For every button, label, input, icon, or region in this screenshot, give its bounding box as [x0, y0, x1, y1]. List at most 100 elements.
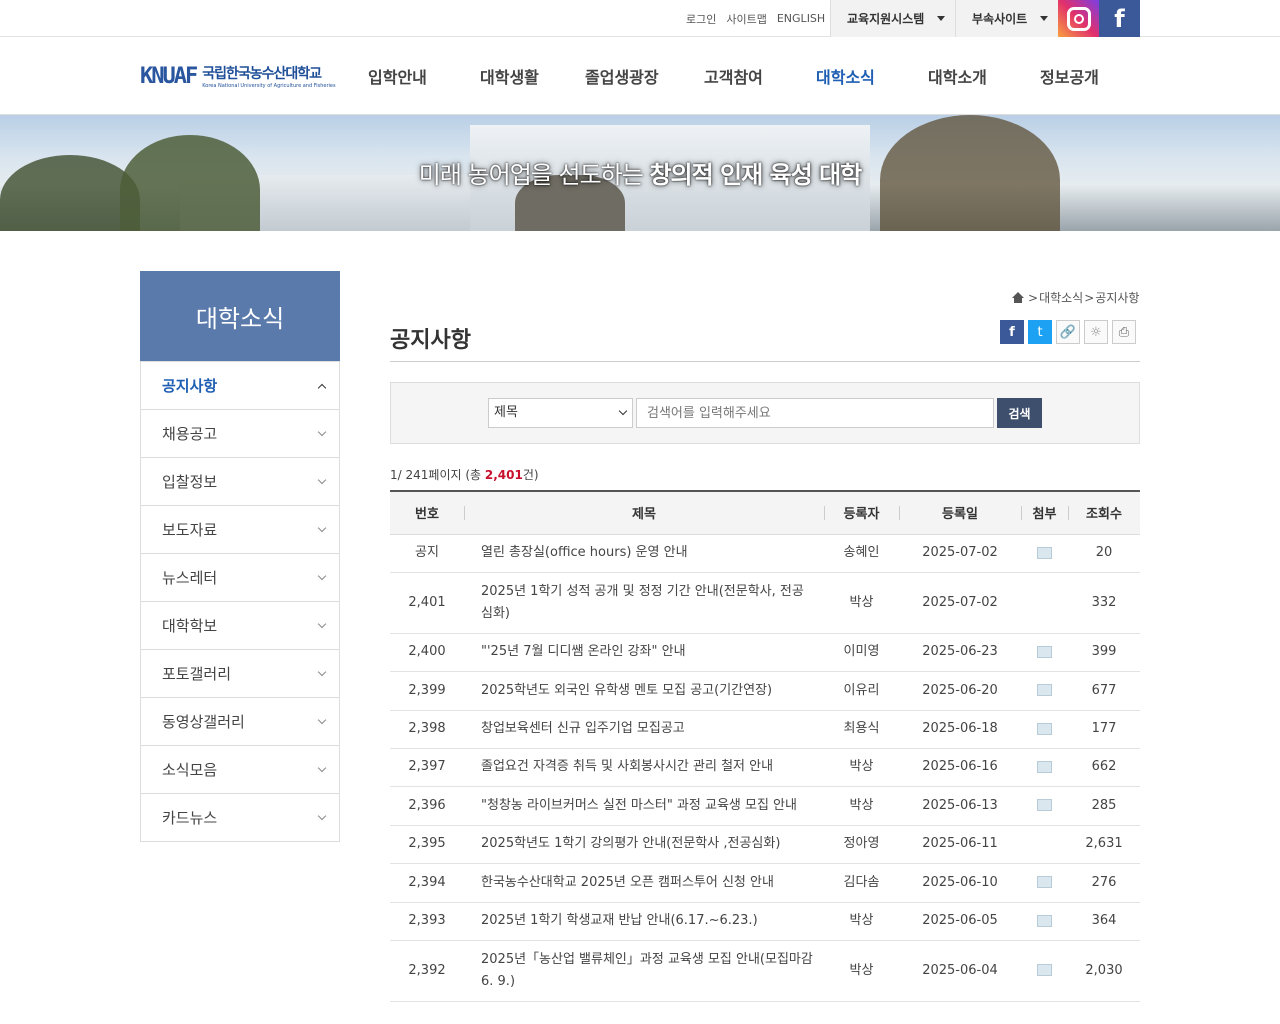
sidebar-item-notice[interactable]: 공지사항 — [141, 361, 339, 409]
row-attachment — [1021, 825, 1068, 864]
attachment-icon[interactable] — [1037, 722, 1052, 735]
nav-disclosure[interactable]: 정보공개 — [1040, 37, 1099, 115]
sitemap-link[interactable]: 사이트맵 — [726, 11, 766, 27]
sidebar-menu: 공지사항 채용공고 입찰정보 보도자료 뉴스레터 대학학보 포토갤러리 동영상갤… — [140, 361, 340, 842]
slogan-bold: 창의적 인재 육성 대학 — [649, 161, 862, 189]
affiliated-sites-dropdown[interactable]: 부속사이트 — [955, 0, 1058, 37]
nav-alumni[interactable]: 졸업생광장 — [585, 37, 659, 115]
copy-link-button[interactable]: 🔗 — [1056, 320, 1080, 344]
row-title-link[interactable]: 한국농수산대학교 2025년 오픈 캠퍼스투어 신청 안내 — [464, 863, 824, 903]
attachment-icon[interactable] — [1037, 546, 1052, 559]
nav-admission[interactable]: 입학안내 — [368, 37, 427, 115]
row-views: 662 — [1068, 748, 1140, 787]
row-views: 20 — [1068, 534, 1140, 573]
sidebar-item-newsletter[interactable]: 뉴스레터 — [141, 553, 339, 601]
row-number: 2,397 — [390, 748, 464, 787]
row-date: 2025-06-04 — [899, 940, 1021, 1002]
table-row[interactable]: 2,394 한국농수산대학교 2025년 오픈 캠퍼스투어 신청 안내 김다솜 202… — [390, 863, 1140, 903]
row-title-link[interactable]: 2025학년도 외국인 유학생 멘토 모집 공고(기간연장) — [464, 671, 824, 711]
nav-news[interactable]: 대학소식 — [816, 37, 875, 115]
sidebar-item-photo[interactable]: 포토갤러리 — [141, 649, 339, 697]
attachment-icon[interactable] — [1037, 684, 1052, 696]
row-date: 2025-06-10 — [899, 863, 1021, 903]
row-title-link[interactable]: 2025학년도 1학기 강의평가 안내(전문학사 ,전공심화) — [464, 825, 824, 864]
table-row[interactable]: 2,396 "청창농 라이브커머스 실전 마스터" 과정 교육생 모집 안내 박상 2… — [390, 786, 1140, 826]
row-views: 364 — [1068, 902, 1140, 941]
col-author: 등록자 — [824, 491, 899, 534]
row-attachment — [1021, 572, 1068, 634]
chevron-down-icon — [618, 406, 628, 416]
current-page: 1 — [390, 468, 398, 482]
home-icon[interactable] — [1012, 292, 1024, 303]
attachment-icon[interactable] — [1037, 645, 1052, 658]
university-logo[interactable]: KNUAF 국립한국농수산대학교 Korea National Universi… — [140, 63, 336, 90]
sidebar-item-recruit[interactable]: 채용공고 — [141, 409, 339, 457]
nav-about[interactable]: 대학소개 — [928, 37, 987, 115]
table-row[interactable]: 2,397 졸업요건 자격증 취득 및 사회봉사시간 관리 철저 안내 박상 2025… — [390, 748, 1140, 787]
nav-campus-life[interactable]: 대학생활 — [480, 37, 539, 115]
count-suffix: 건) — [522, 468, 539, 482]
attachment-icon[interactable] — [1037, 876, 1052, 888]
chevron-up-icon — [317, 383, 327, 393]
row-title-link[interactable]: 2025년 1학기 성적 공개 및 정정 기간 안내(전문학사, 전공심화) — [464, 572, 824, 634]
sidebar-item-label: 동영상갤러리 — [162, 713, 245, 731]
chevron-down-icon — [317, 571, 327, 581]
row-author: 박상 — [824, 748, 899, 787]
table-row[interactable]: 2,401 2025년 1학기 성적 공개 및 정정 기간 안내(전문학사, 전공… — [390, 572, 1140, 634]
breadcrumb-notice[interactable]: 공지사항 — [1095, 289, 1139, 306]
table-row[interactable]: 공지 열린 총장실(office hours) 운영 안내 송혜인 2025-07-0… — [390, 534, 1140, 573]
row-title-link[interactable]: 창업보육센터 신규 입주기업 모집공고 — [464, 710, 824, 749]
sidebar-item-news-collection[interactable]: 소식모음 — [141, 745, 339, 793]
table-row[interactable]: 2,395 2025학년도 1학기 강의평가 안내(전문학사 ,전공심화) 정아영 2… — [390, 825, 1140, 864]
row-attachment — [1021, 710, 1068, 749]
print-button[interactable]: ⎙ — [1112, 320, 1136, 344]
share-metaverse-button[interactable]: ☼ — [1084, 320, 1108, 344]
sidebar-item-label: 포토갤러리 — [162, 665, 232, 683]
row-attachment — [1021, 534, 1068, 573]
search-input[interactable] — [636, 398, 994, 428]
table-row[interactable]: 2,399 2025학년도 외국인 유학생 멘토 모집 공고(기간연장) 이유리 20… — [390, 671, 1140, 711]
col-date: 등록일 — [899, 491, 1021, 534]
row-title-link[interactable]: 2025년「농산업 밸류체인」과정 교육생 모집 안내(모집마감 6. 9.) — [464, 940, 824, 1002]
english-link[interactable]: ENGLISH — [777, 12, 825, 25]
row-date: 2025-07-02 — [899, 534, 1021, 573]
sidebar-item-video[interactable]: 동영상갤러리 — [141, 697, 339, 745]
row-views: 2,030 — [1068, 940, 1140, 1002]
breadcrumb-news[interactable]: 대학소식 — [1039, 289, 1083, 306]
login-link[interactable]: 로그인 — [686, 11, 716, 27]
table-row[interactable]: 2,393 2025년 1학기 학생교재 반납 안내(6.17.~6.23.) 박상… — [390, 902, 1140, 941]
attachment-icon[interactable] — [1037, 914, 1052, 927]
col-views: 조회수 — [1068, 491, 1140, 534]
row-title-link[interactable]: "청창농 라이브커머스 실전 마스터" 과정 교육생 모집 안내 — [464, 786, 824, 826]
attachment-icon[interactable] — [1037, 760, 1052, 773]
caret-down-icon — [1040, 16, 1048, 21]
row-title-link[interactable]: 졸업요건 자격증 취득 및 사회봉사시간 관리 철저 안내 — [464, 748, 824, 787]
nav-customer[interactable]: 고객참여 — [704, 37, 763, 115]
row-title-link[interactable]: "'25년 7월 디디쌤 온라인 강좌" 안내 — [464, 633, 824, 672]
sidebar-item-press[interactable]: 보도자료 — [141, 505, 339, 553]
table-row[interactable]: 2,400 "'25년 7월 디디쌤 온라인 강좌" 안내 이미영 2025-06-2… — [390, 633, 1140, 672]
row-number: 2,401 — [390, 572, 464, 634]
row-attachment — [1021, 786, 1068, 826]
row-title-link[interactable]: 2025년 1학기 학생교재 반납 안내(6.17.~6.23.) — [464, 902, 824, 941]
share-twitter-button[interactable]: t — [1028, 320, 1052, 344]
attachment-icon[interactable] — [1037, 964, 1052, 976]
share-facebook-button[interactable]: f — [1000, 320, 1024, 344]
table-row[interactable]: 2,398 창업보육센터 신규 입주기업 모집공고 최용식 2025-06-18 177 — [390, 710, 1140, 749]
attachment-icon[interactable] — [1037, 799, 1052, 811]
row-title-link[interactable]: 열린 총장실(office hours) 운영 안내 — [464, 534, 824, 573]
total-count: 2,401 — [484, 468, 523, 482]
sidebar-item-label: 채용공고 — [162, 425, 218, 443]
search-button[interactable]: 검색 — [997, 398, 1042, 428]
instagram-link[interactable] — [1058, 0, 1099, 37]
sidebar-item-school-paper[interactable]: 대학학보 — [141, 601, 339, 649]
search-field-select[interactable]: 제목 — [488, 398, 633, 428]
sidebar-item-card-news[interactable]: 카드뉴스 — [141, 793, 339, 841]
twitter-icon: t — [1037, 324, 1043, 340]
table-row[interactable]: 2,392 2025년「농산업 밸류체인」과정 교육생 모집 안내(모집마감 6.… — [390, 940, 1140, 1002]
sidebar-item-label: 소식모음 — [162, 761, 218, 779]
sidebar-item-bid[interactable]: 입찰정보 — [141, 457, 339, 505]
education-system-dropdown[interactable]: 교육지원시스템 — [830, 0, 955, 37]
facebook-link[interactable]: f — [1099, 0, 1140, 37]
row-date: 2025-06-11 — [899, 825, 1021, 864]
